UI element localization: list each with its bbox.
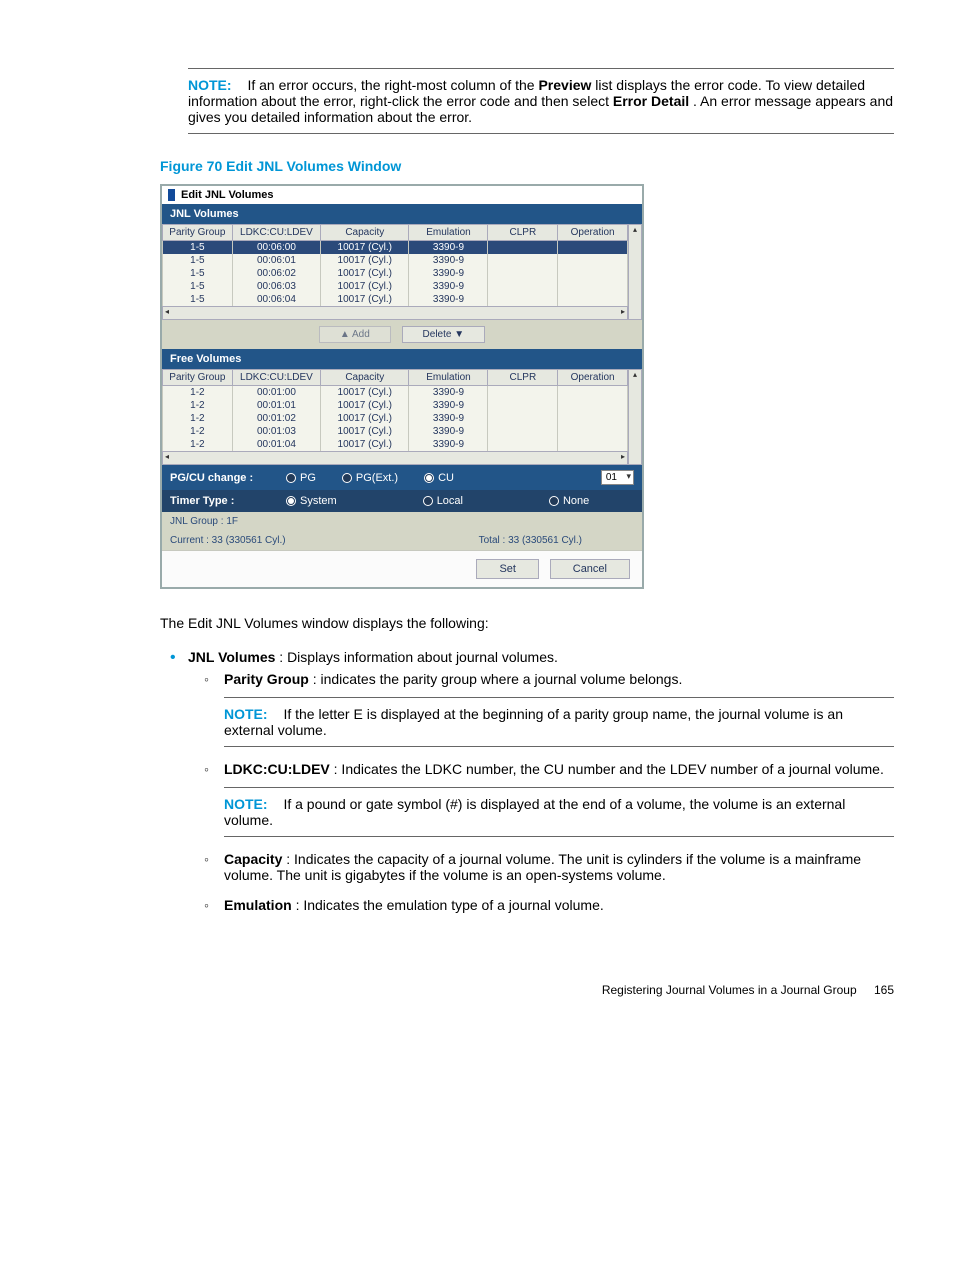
jnl-volumes-table: Parity Group LDKC:CU:LDEV Capacity Emula… <box>162 224 628 306</box>
list-item: Parity Group : indicates the parity grou… <box>188 671 894 747</box>
pgcu-change-row: PG/CU change : PG PG(Ext.) CU 01 <box>162 465 642 490</box>
pgcu-radio-pg[interactable]: PG <box>286 472 316 484</box>
vertical-scrollbar[interactable] <box>628 369 642 465</box>
list-item: JNL Volumes : Displays information about… <box>160 649 894 913</box>
table-row[interactable]: 1-200:01:0110017 (Cyl.)3390-9 <box>163 399 628 412</box>
pgcu-label: PG/CU change : <box>170 472 260 484</box>
col-capacity[interactable]: Capacity <box>321 370 409 386</box>
col-emulation[interactable]: Emulation <box>409 225 488 241</box>
col-operation[interactable]: Operation <box>558 225 628 241</box>
totals-status: Current : 33 (330561 Cyl.) Total : 33 (3… <box>162 531 642 550</box>
term-parity-group-desc: : indicates the parity group where a jou… <box>313 671 683 687</box>
note-block: NOTE: If the letter E is displayed at th… <box>224 697 894 747</box>
term-ldkc-desc: : Indicates the LDKC number, the CU numb… <box>334 761 884 777</box>
table-row[interactable]: 1-200:01:0410017 (Cyl.)3390-9 <box>163 438 628 451</box>
list-item: Emulation : Indicates the emulation type… <box>188 897 894 913</box>
term-parity-group: Parity Group <box>224 671 309 687</box>
table-row[interactable]: 1-500:06:0210017 (Cyl.)3390-9 <box>163 267 628 280</box>
intro-text: The Edit JNL Volumes window displays the… <box>160 613 894 635</box>
term-emulation: Emulation <box>224 897 292 913</box>
timer-radio-local[interactable]: Local <box>423 495 463 507</box>
note-block: NOTE: If a pound or gate symbol (#) is d… <box>224 787 894 837</box>
term-jnl-volumes: JNL Volumes <box>188 649 275 665</box>
pgcu-radio-pgext[interactable]: PG(Ext.) <box>342 472 398 484</box>
note-label: NOTE: <box>224 706 268 722</box>
col-clpr[interactable]: CLPR <box>488 225 558 241</box>
note-text: If the letter E is displayed at the begi… <box>224 706 843 738</box>
note-text: If a pound or gate symbol (#) is display… <box>224 796 845 828</box>
col-operation[interactable]: Operation <box>558 370 628 386</box>
cancel-button[interactable]: Cancel <box>550 559 630 579</box>
col-clpr[interactable]: CLPR <box>488 370 558 386</box>
note-text-1: If an error occurs, the right-most colum… <box>247 77 538 93</box>
table-row[interactable]: 1-500:06:0110017 (Cyl.)3390-9 <box>163 254 628 267</box>
pgcu-radio-cu[interactable]: CU <box>424 472 454 484</box>
horizontal-scrollbar[interactable]: ◂▸ <box>162 306 628 320</box>
timer-label: Timer Type : <box>170 495 260 507</box>
table-row[interactable]: 1-500:06:0310017 (Cyl.)3390-9 <box>163 280 628 293</box>
table-row[interactable]: 1-500:06:0410017 (Cyl.)3390-9 <box>163 293 628 306</box>
term-emulation-desc: : Indicates the emulation type of a jour… <box>296 897 604 913</box>
horizontal-scrollbar[interactable]: ◂▸ <box>162 451 628 465</box>
col-ldkc[interactable]: LDKC:CU:LDEV <box>232 370 320 386</box>
footer-title: Registering Journal Volumes in a Journal… <box>602 983 857 997</box>
timer-radio-system[interactable]: System <box>286 495 337 507</box>
pgcu-value-select[interactable]: 01 <box>601 470 634 485</box>
table-row[interactable]: 1-200:01:0310017 (Cyl.)3390-9 <box>163 425 628 438</box>
total-count: Total : 33 (330561 Cyl.) <box>479 535 582 546</box>
list-item: Capacity : Indicates the capacity of a j… <box>188 851 894 883</box>
note-bold-1: Preview <box>538 77 591 93</box>
jnl-volumes-header: JNL Volumes <box>162 204 642 224</box>
delete-button[interactable]: Delete ▼ <box>402 326 486 343</box>
current-count: Current : 33 (330561 Cyl.) <box>170 535 286 546</box>
jnl-group-status: JNL Group : 1F <box>162 512 642 531</box>
col-ldkc[interactable]: LDKC:CU:LDEV <box>232 225 320 241</box>
table-row[interactable]: 1-200:01:0010017 (Cyl.)3390-9 <box>163 386 628 400</box>
set-button[interactable]: Set <box>476 559 539 579</box>
vertical-scrollbar[interactable] <box>628 224 642 320</box>
page-footer: Registering Journal Volumes in a Journal… <box>160 983 894 997</box>
free-volumes-header: Free Volumes <box>162 349 642 369</box>
note-label: NOTE: <box>188 77 232 93</box>
table-row[interactable]: 1-500:06:0010017 (Cyl.)3390-9 <box>163 241 628 255</box>
page-number: 165 <box>874 983 894 997</box>
dialog-title: Edit JNL Volumes <box>162 186 642 204</box>
free-volumes-table: Parity Group LDKC:CU:LDEV Capacity Emula… <box>162 369 628 451</box>
add-button[interactable]: ▲ Add <box>319 326 391 343</box>
col-parity-group[interactable]: Parity Group <box>163 225 233 241</box>
edit-jnl-volumes-dialog: Edit JNL Volumes JNL Volumes Parity Grou… <box>160 184 644 589</box>
col-parity-group[interactable]: Parity Group <box>163 370 233 386</box>
list-item: LDKC:CU:LDEV : Indicates the LDKC number… <box>188 761 894 837</box>
timer-radio-none[interactable]: None <box>549 495 589 507</box>
table-row[interactable]: 1-200:01:0210017 (Cyl.)3390-9 <box>163 412 628 425</box>
timer-type-row: Timer Type : System Local None <box>162 490 642 512</box>
figure-caption: Figure 70 Edit JNL Volumes Window <box>160 158 894 174</box>
term-jnl-volumes-desc: : Displays information about journal vol… <box>279 649 558 665</box>
note-bold-2: Error Detail <box>613 93 689 109</box>
col-capacity[interactable]: Capacity <box>321 225 409 241</box>
term-capacity: Capacity <box>224 851 282 867</box>
term-capacity-desc: : Indicates the capacity of a journal vo… <box>224 851 861 883</box>
term-ldkc: LDKC:CU:LDEV <box>224 761 330 777</box>
note-block: NOTE: If an error occurs, the right-most… <box>188 68 894 134</box>
col-emulation[interactable]: Emulation <box>409 370 488 386</box>
note-label: NOTE: <box>224 796 268 812</box>
